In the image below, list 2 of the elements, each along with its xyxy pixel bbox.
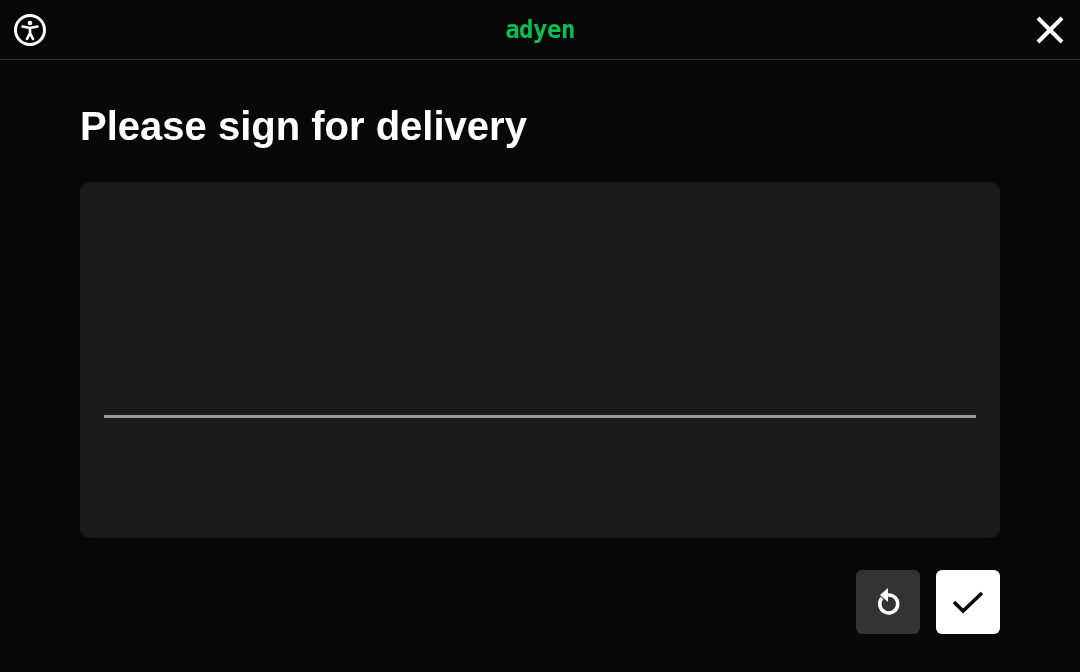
logo: adyen — [505, 15, 575, 44]
page-title: Please sign for delivery — [80, 103, 528, 150]
